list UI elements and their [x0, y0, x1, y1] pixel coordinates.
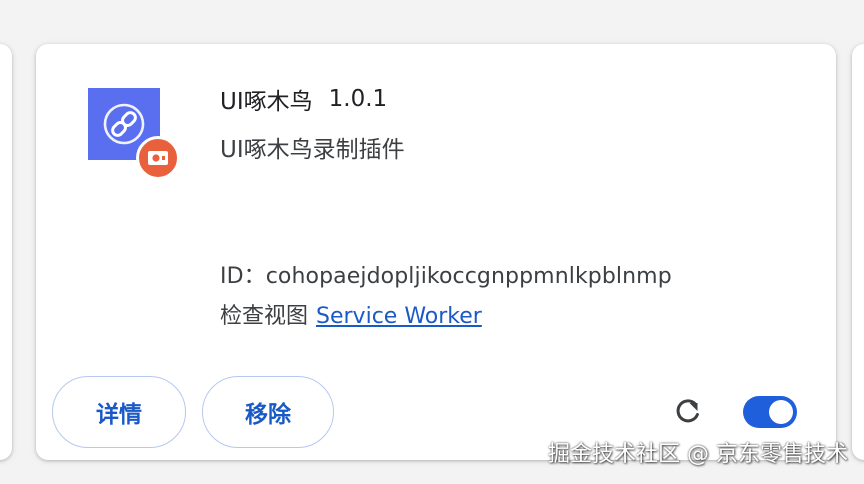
adjacent-extension-card-right — [852, 44, 864, 460]
inspect-views-label: 检查视图 — [220, 304, 309, 329]
extension-title-row: UI啄木鸟 1.0.1 — [220, 84, 388, 115]
record-icon — [148, 151, 168, 165]
record-badge — [136, 136, 180, 180]
enable-toggle[interactable] — [743, 396, 797, 428]
service-worker-link[interactable]: Service Worker — [316, 304, 482, 329]
watermark: 掘金技术社区 @ 京东零售技术 — [548, 442, 848, 467]
extension-version: 1.0.1 — [328, 86, 388, 112]
extension-id-label: ID： — [220, 264, 266, 289]
details-button[interactable]: 详情 — [52, 376, 186, 448]
reload-icon[interactable] — [670, 393, 706, 429]
extension-id-value: cohopaejdopljikoccgnppmnlkpblnmp — [265, 264, 672, 289]
adjacent-extension-card-left — [0, 44, 12, 460]
extension-card: UI啄木鸟 1.0.1 UI啄木鸟录制插件 ID：cohopaejdopljik… — [36, 44, 836, 460]
extension-name: UI啄木鸟 — [220, 89, 313, 115]
extensions-page: UI啄木鸟 1.0.1 UI啄木鸟录制插件 ID：cohopaejdopljik… — [0, 0, 864, 484]
remove-button[interactable]: 移除 — [202, 376, 334, 448]
extension-id: ID：cohopaejdopljikoccgnppmnlkpblnmp — [220, 258, 672, 290]
inspect-views-row: 检查视图 Service Worker — [220, 298, 482, 330]
toggle-knob — [769, 400, 793, 424]
extension-description: UI啄木鸟录制插件 — [220, 137, 405, 163]
